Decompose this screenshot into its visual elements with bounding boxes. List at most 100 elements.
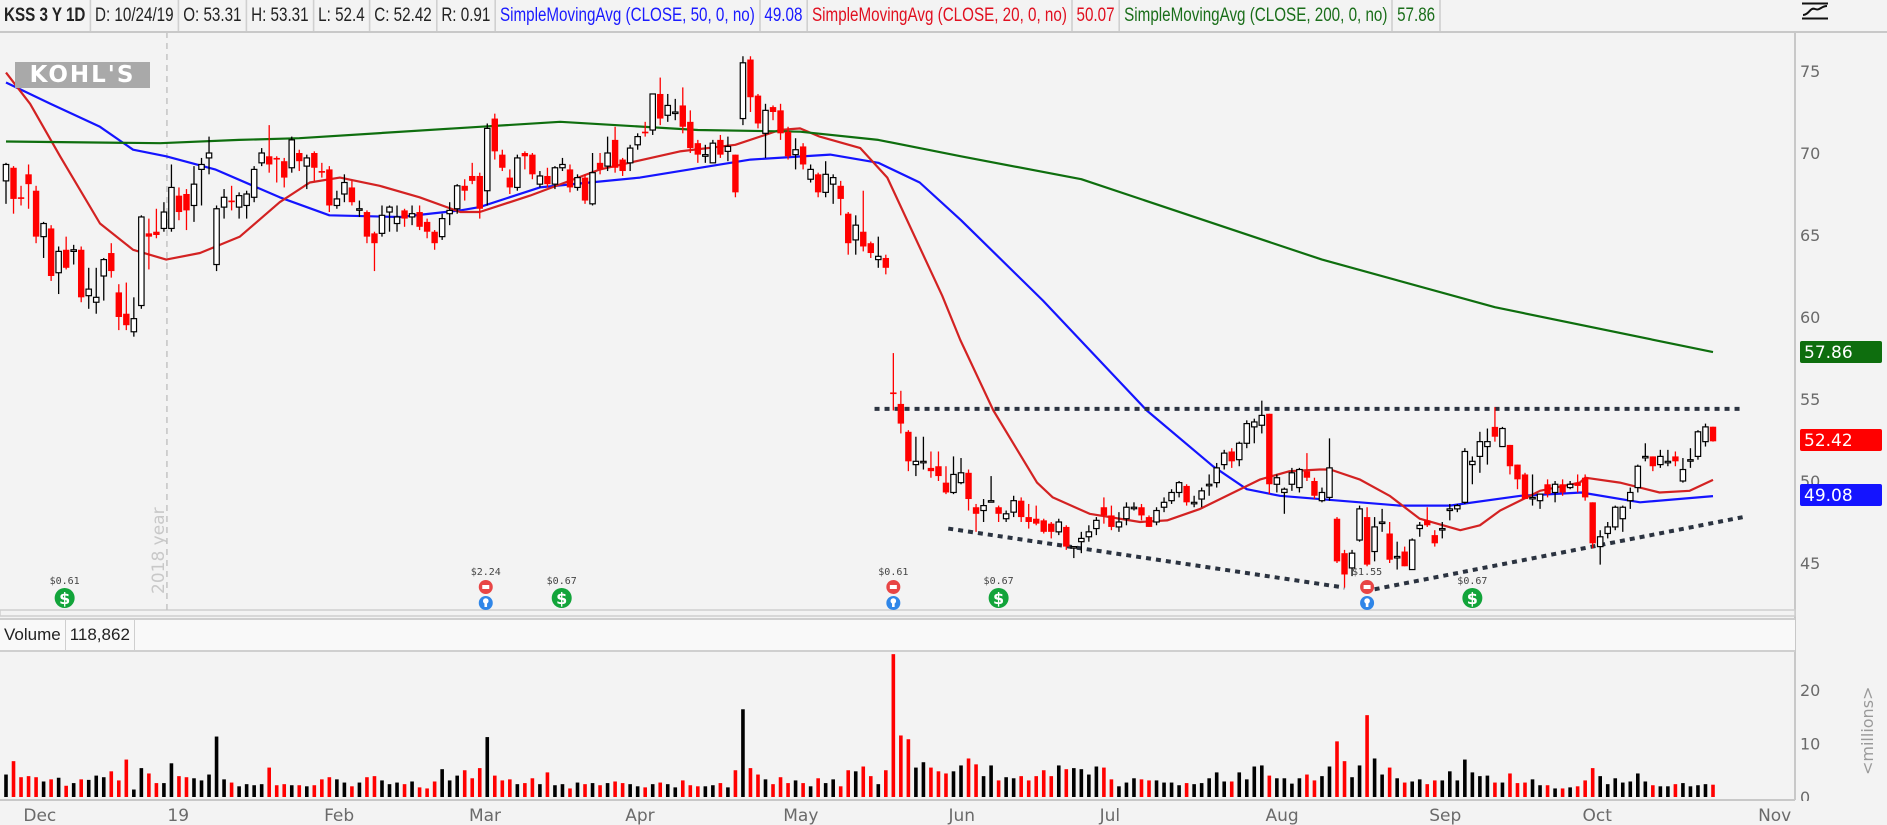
candle-body-up	[70, 249, 77, 252]
volume-bar	[1605, 784, 1610, 797]
candle	[1514, 464, 1521, 490]
volume-bar	[1470, 772, 1475, 797]
candle	[657, 77, 664, 126]
kohls-logo: KOHL'S	[15, 62, 150, 88]
candle	[1506, 444, 1514, 475]
candle-body-down	[657, 93, 664, 119]
candle	[1709, 426, 1717, 442]
candle-body-down	[1559, 484, 1566, 493]
volume-bar	[455, 775, 459, 797]
candle	[190, 166, 198, 222]
candle	[897, 390, 905, 434]
candle	[626, 144, 634, 172]
candle-body-down	[326, 169, 333, 206]
sma50-study-label[interactable]: SimpleMovingAvg (CLOSE, 50, 0, no)	[496, 0, 761, 31]
volume-bar	[1636, 773, 1640, 797]
sma200-study-label[interactable]: SimpleMovingAvg (CLOSE, 200, 0, no)	[1120, 0, 1394, 31]
candle-body-up	[589, 172, 596, 205]
volume-label[interactable]: Volume	[0, 620, 66, 650]
candle-body-down	[10, 167, 17, 199]
dividend-event-marker[interactable]: $0.61 $	[50, 576, 80, 608]
pane-separator[interactable]	[0, 609, 1796, 617]
volume-bar	[49, 779, 53, 797]
volume-bar	[696, 786, 700, 797]
candle-body-down	[1514, 464, 1521, 480]
candle	[1664, 449, 1672, 467]
candle	[837, 180, 844, 216]
candle	[1589, 502, 1596, 549]
volume-bar	[71, 783, 76, 797]
symbol-label[interactable]: KSS 3 Y 1D	[0, 0, 91, 31]
candle	[687, 110, 694, 153]
candle-body-up	[243, 193, 250, 207]
volume-bar	[34, 777, 38, 797]
volume-bar	[1132, 778, 1136, 797]
volume-bar	[711, 785, 715, 797]
dividend-event-marker[interactable]: $0.67 $	[547, 576, 577, 608]
candle	[438, 213, 446, 240]
volume-bar	[560, 784, 565, 797]
volume-bar	[959, 765, 963, 797]
candle	[123, 282, 130, 331]
date-tick-label: Aug	[1266, 806, 1299, 825]
candle-body-up	[1168, 491, 1175, 502]
volume-bar	[1252, 766, 1257, 797]
volume-bar	[545, 772, 550, 797]
candle-body-up	[438, 218, 446, 238]
candle-body-down	[1589, 502, 1596, 544]
price-volume-chart[interactable]: 2018 year $0.61 $ $2.24 $0.67 $ $0.61 $0.67 $ $1…	[0, 0, 1887, 825]
volume-bar	[342, 782, 347, 797]
dividend-event-marker[interactable]: $0.67 $	[984, 576, 1014, 608]
studies-icon[interactable]	[1801, 2, 1829, 20]
candle	[912, 436, 920, 477]
volume-bar	[56, 777, 61, 797]
candle-body-up	[92, 296, 100, 303]
candle	[1115, 512, 1123, 532]
candle	[1258, 400, 1266, 434]
earnings-event-marker[interactable]: $0.61	[878, 567, 908, 610]
candle	[792, 138, 799, 170]
volume-bar	[500, 780, 505, 797]
candle-body-down	[679, 105, 686, 127]
candle-body-up	[1002, 513, 1010, 520]
trendline-rising-support[interactable]	[1374, 515, 1744, 592]
volume-bar	[801, 783, 805, 797]
open-readout: O: 53.31	[179, 0, 248, 31]
candle	[1183, 484, 1190, 506]
volume-bar	[1335, 741, 1339, 797]
volume-bar	[395, 782, 399, 797]
volume-bar	[1703, 784, 1708, 797]
high-readout: H: 53.31	[247, 0, 315, 31]
earnings-event-marker[interactable]: $2.24	[471, 567, 501, 610]
sma20-study-label[interactable]: SimpleMovingAvg (CLOSE, 20, 0, no)	[808, 0, 1073, 31]
volume-bar	[432, 781, 437, 797]
candle-body-up	[303, 157, 311, 167]
price-tick-label: 60	[1800, 308, 1820, 327]
candle-body-up	[604, 152, 611, 167]
candle-body-up	[1213, 467, 1220, 484]
candle-body-up	[1378, 521, 1386, 525]
date-tick-label: Sep	[1429, 806, 1461, 825]
candle	[356, 200, 363, 217]
candle	[10, 166, 17, 214]
candle-body-up	[190, 183, 198, 207]
candle	[589, 153, 596, 206]
candle-body-up	[130, 318, 138, 333]
candle-body-down	[972, 507, 980, 514]
volume-bar	[1041, 770, 1046, 797]
candle	[1626, 487, 1634, 509]
bulb-glyph	[1364, 598, 1370, 604]
volume-bar	[1545, 785, 1550, 797]
volume-bar	[244, 784, 249, 797]
candle	[1243, 420, 1251, 449]
candle-body-up	[1258, 414, 1266, 426]
candle-body-up	[483, 127, 491, 192]
candle-body-down	[1363, 517, 1371, 565]
dividend-event-marker[interactable]: $0.67 $	[1457, 576, 1487, 608]
volume-bar	[304, 786, 309, 797]
candle	[326, 166, 333, 213]
candle	[1002, 510, 1010, 522]
candle	[1100, 497, 1108, 524]
candle	[408, 205, 416, 226]
candle-body-up	[1288, 472, 1296, 485]
